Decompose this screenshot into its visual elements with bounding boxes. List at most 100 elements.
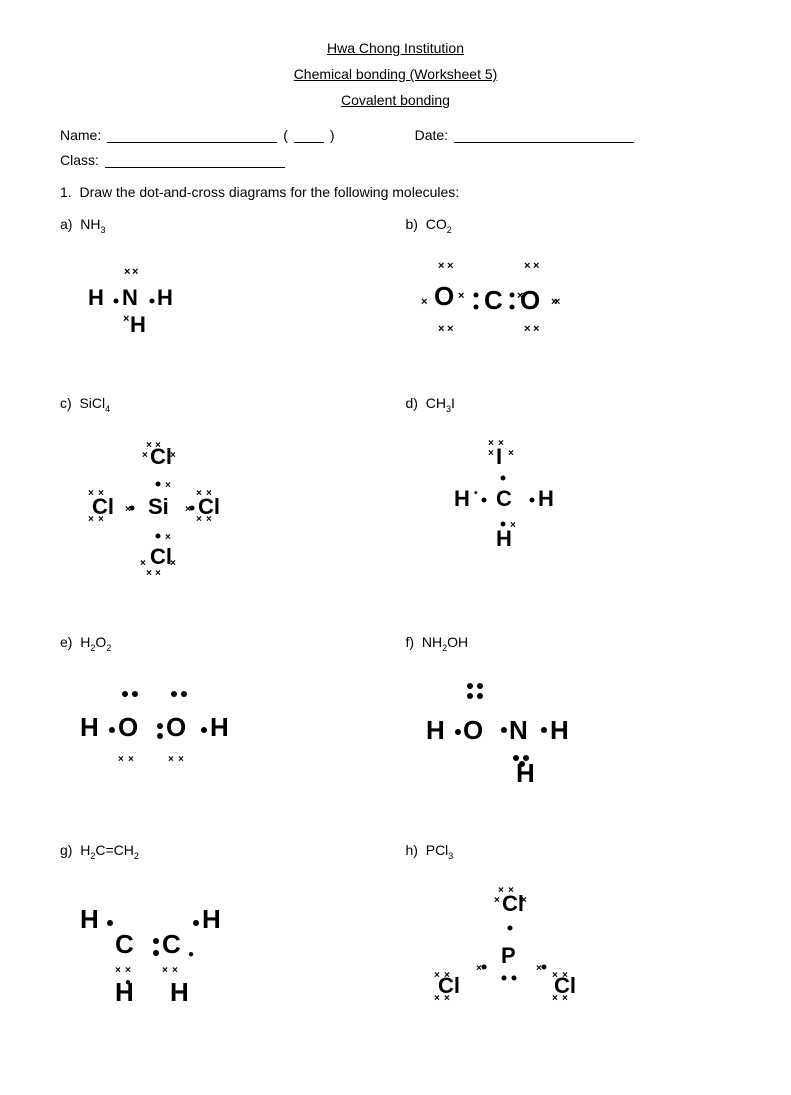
svg-text:×: ×: [162, 965, 168, 976]
diagram-nh2oh: H O N: [406, 658, 732, 800]
svg-text:×: ×: [124, 266, 130, 278]
svg-text:×: ×: [434, 993, 440, 1004]
svg-text:×: ×: [562, 970, 568, 981]
svg-text:H: H: [538, 486, 554, 511]
svg-text:×: ×: [155, 568, 161, 579]
svg-text:H: H: [426, 715, 445, 745]
svg-text:×: ×: [494, 895, 500, 906]
sub-label-g: g) H2C=CH2: [60, 842, 386, 861]
paren-close: ): [330, 127, 335, 143]
sub-label-a: a) NH3: [60, 216, 386, 235]
svg-text:×: ×: [142, 450, 148, 461]
sub-item-e: e) H2O2 H O ××: [60, 628, 386, 807]
class-field: Class:: [60, 151, 285, 168]
svg-text:×: ×: [533, 323, 539, 335]
svg-text:O: O: [520, 285, 540, 315]
sicl4-svg: Si Cl ×× ×× × Cl ×× ×× × Cl: [70, 426, 250, 586]
worksheet-title: Chemical bonding (Worksheet 5): [60, 66, 731, 82]
diagram-co2: ×× ×× × × O C ××: [406, 241, 732, 353]
svg-text:×: ×: [98, 488, 104, 499]
svg-text:×: ×: [521, 895, 527, 906]
svg-text:N: N: [509, 715, 528, 745]
svg-text:H: H: [454, 486, 470, 511]
svg-text:Si: Si: [148, 494, 169, 519]
svg-text:×: ×: [123, 313, 129, 325]
sub-item-d: d) CH3I I ×× ×× C H • H: [406, 389, 732, 598]
diagram-pcl3: Cl ×× ×× P Cl ×× ×× ×: [406, 867, 732, 1049]
svg-text:C: C: [484, 285, 503, 315]
pcl3-svg: Cl ×× ×× P Cl ×× ×× ×: [416, 873, 636, 1043]
svg-text:×: ×: [115, 965, 121, 976]
diagram-sicl4: Si Cl ×× ×× × Cl ×× ×× × Cl: [60, 420, 386, 592]
svg-text:×: ×: [438, 323, 444, 335]
class-row: Class:: [60, 151, 731, 168]
svg-text:×: ×: [444, 970, 450, 981]
sub-label-h: h) PCl3: [406, 842, 732, 861]
sub-label-e: e) H2O2: [60, 634, 386, 653]
svg-text:N: N: [122, 285, 138, 310]
svg-text:C: C: [162, 929, 181, 959]
svg-text:O: O: [118, 712, 138, 742]
nh3-svg: H N ×× H H ×: [70, 247, 230, 347]
svg-text:×: ×: [488, 448, 494, 459]
svg-text:×: ×: [206, 514, 212, 525]
svg-text:×: ×: [508, 448, 514, 459]
name-input[interactable]: [107, 126, 277, 143]
diagram-nh3: H N ×× H H ×: [60, 241, 386, 353]
svg-text:×: ×: [165, 532, 171, 543]
sub-item-h: h) PCl3 Cl ×× ×× P Cl ××: [406, 836, 732, 1055]
sub-label-d: d) CH3I: [406, 395, 732, 414]
svg-text:●: ●: [125, 977, 131, 988]
svg-text:×: ×: [170, 558, 176, 569]
sub-label-c: c) SiCl4: [60, 395, 386, 414]
svg-text:×: ×: [206, 488, 212, 499]
svg-text:×: ×: [444, 993, 450, 1004]
svg-text:×: ×: [88, 488, 94, 499]
co2-svg: ×× ×× × × O C ××: [416, 247, 676, 347]
svg-text:O: O: [434, 281, 454, 311]
svg-text:×: ×: [170, 450, 176, 461]
svg-text:×: ×: [524, 323, 530, 335]
svg-text:H: H: [170, 977, 189, 1007]
svg-text:×: ×: [438, 260, 444, 272]
svg-text:×: ×: [508, 885, 514, 896]
svg-text:×: ×: [552, 970, 558, 981]
svg-text:H: H: [202, 904, 221, 934]
date-input[interactable]: [454, 126, 634, 143]
svg-text:×: ×: [552, 993, 558, 1004]
ch3i-svg: I ×× ×× C H • H H: [416, 426, 596, 576]
date-label: Date:: [415, 127, 448, 143]
question-1-text: 1. Draw the dot-and-cross diagrams for t…: [60, 184, 459, 200]
svg-text:×: ×: [476, 963, 482, 974]
svg-text:×: ×: [185, 504, 191, 515]
svg-text:×: ×: [132, 266, 138, 278]
svg-text:×: ×: [178, 754, 184, 765]
class-input[interactable]: [105, 151, 285, 168]
svg-text:•: •: [474, 488, 478, 499]
svg-text:H: H: [88, 285, 104, 310]
svg-text:×: ×: [447, 323, 453, 335]
diagram-h2cch2: H C ×× H ● C ××: [60, 867, 386, 1019]
paren-open: (: [283, 127, 288, 143]
sub-item-f: f) NH2OH H O N: [406, 628, 732, 807]
svg-text:×: ×: [434, 970, 440, 981]
svg-text:×: ×: [146, 568, 152, 579]
svg-text:×: ×: [98, 514, 104, 525]
institution-header: Hwa Chong Institution: [60, 40, 731, 56]
svg-text:×: ×: [140, 558, 146, 569]
h2o2-svg: H O ×× O: [70, 664, 310, 784]
svg-text:H: H: [80, 904, 99, 934]
name-date-row: Name: ( ) Date:: [60, 126, 731, 143]
svg-text:×: ×: [165, 480, 171, 491]
diagram-ch3i: I ×× ×× C H • H H: [406, 420, 732, 582]
h2cch2-svg: H C ×× H ● C ××: [70, 873, 310, 1013]
svg-text:×: ×: [533, 260, 539, 272]
name-paren-input[interactable]: [294, 126, 324, 143]
diagram-h2o2: H O ×× O: [60, 658, 386, 790]
name-label: Name:: [60, 127, 101, 143]
svg-text:×: ×: [551, 296, 557, 308]
svg-text:H: H: [157, 285, 173, 310]
worksheet-title-section: Chemical bonding (Worksheet 5): [60, 66, 731, 82]
svg-text:×: ×: [125, 504, 131, 515]
svg-text:H: H: [210, 712, 229, 742]
